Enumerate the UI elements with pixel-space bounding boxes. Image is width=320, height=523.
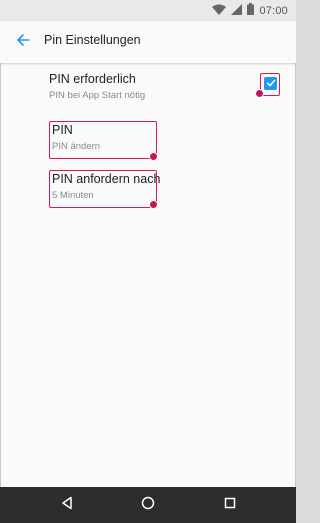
screen-edge-right — [295, 0, 296, 523]
setting-pin-required[interactable]: PIN erforderlich PIN bei App Start nötig — [49, 72, 145, 102]
signal-icon — [231, 2, 243, 20]
app-bar: Pin Einstellungen — [0, 21, 296, 63]
pin-delay-highlight — [49, 170, 157, 208]
nav-back-icon — [60, 496, 74, 515]
status-bar: 07:00 — [0, 0, 296, 21]
nav-recents-button[interactable] — [220, 495, 240, 515]
pin-highlight — [49, 121, 157, 159]
status-time: 07:00 — [259, 4, 288, 17]
screen-edge-left — [0, 0, 1, 523]
navigation-bar — [0, 487, 296, 523]
phone-screen: 07:00 Pin Einstellungen PIN erforderlich… — [0, 0, 296, 523]
nav-recents-icon — [224, 496, 236, 514]
nav-home-button[interactable] — [138, 495, 158, 515]
nav-back-button[interactable] — [57, 495, 77, 515]
back-button[interactable] — [10, 29, 36, 55]
setting-summary: PIN bei App Start nötig — [49, 90, 146, 101]
wifi-icon — [212, 2, 227, 20]
page-title: Pin Einstellungen — [44, 33, 141, 47]
pin-marker-dot — [149, 152, 158, 161]
arrow-left-icon — [16, 33, 30, 52]
battery-icon — [247, 2, 255, 20]
checkbox-marker-dot — [255, 89, 264, 98]
pin-delay-marker-dot — [149, 200, 158, 209]
status-icons: 07:00 — [212, 2, 288, 20]
setting-title: PIN erforderlich — [49, 72, 136, 86]
nav-home-icon — [141, 496, 155, 515]
